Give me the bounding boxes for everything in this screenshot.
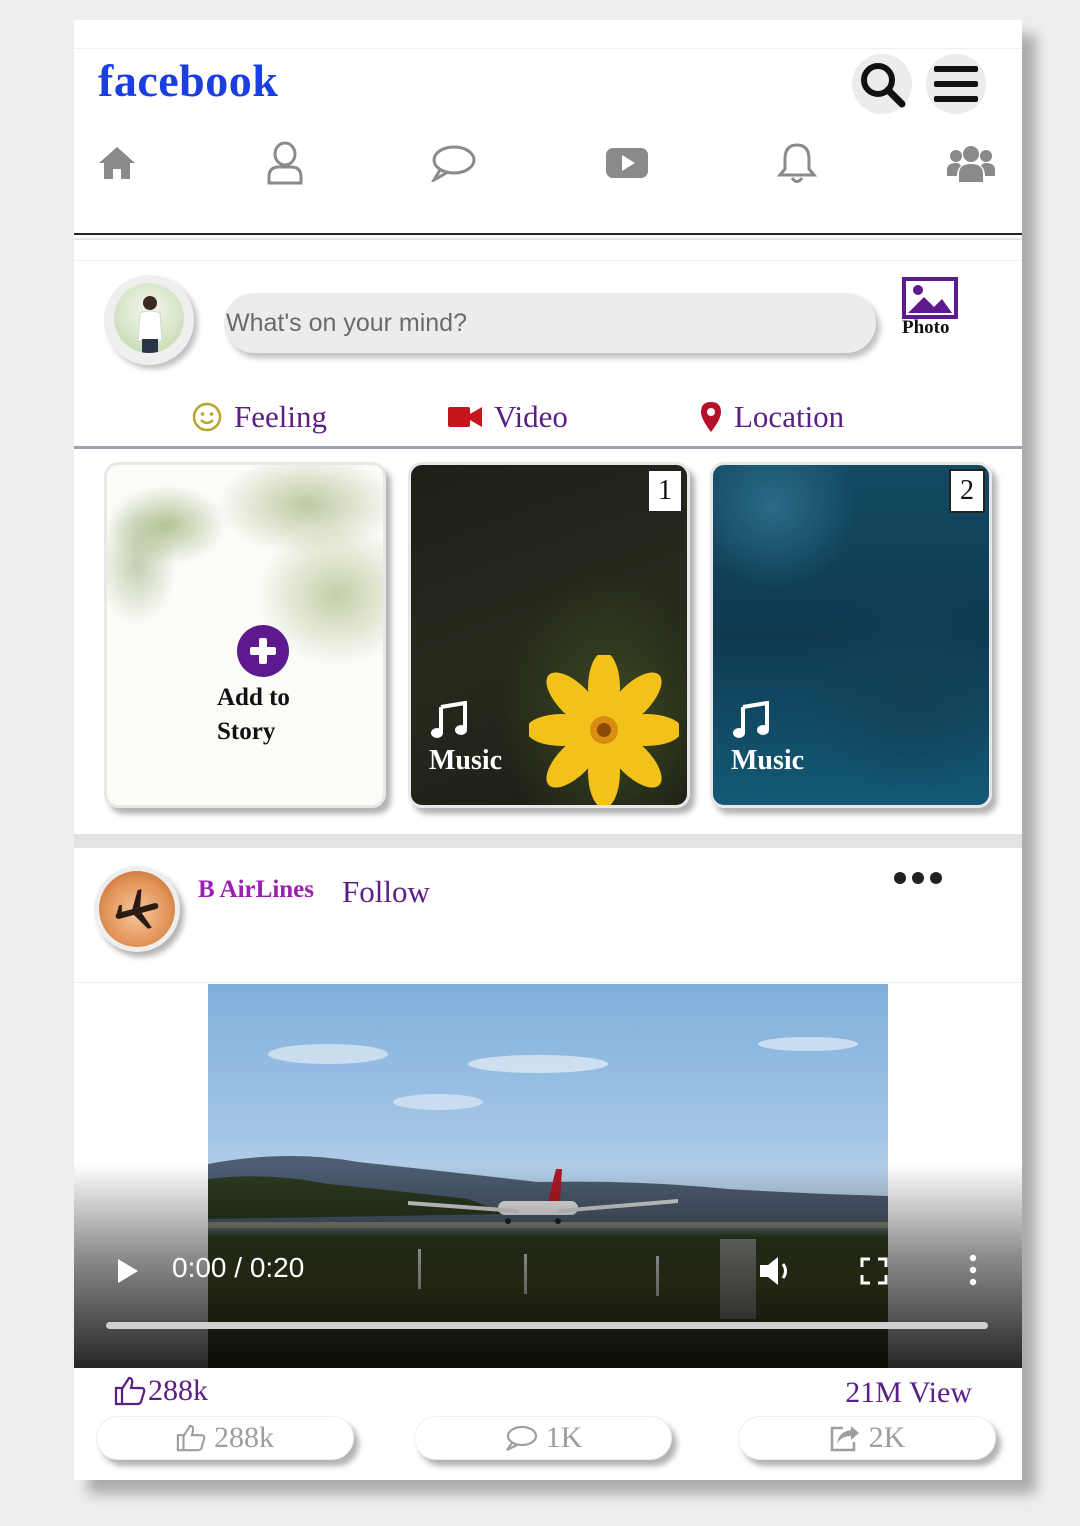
- profile-avatar[interactable]: [104, 275, 194, 365]
- nav-home[interactable]: [92, 138, 142, 188]
- hamburger-icon: [934, 66, 978, 102]
- flower-image: [529, 655, 679, 805]
- thumbs-up-icon: [176, 1424, 206, 1452]
- post-header: B AirLines Follow: [74, 850, 1022, 983]
- vertical-dots-icon[interactable]: [968, 1254, 978, 1286]
- like-button[interactable]: 288k: [96, 1416, 354, 1460]
- brand-logo[interactable]: facebook: [98, 54, 278, 107]
- nav-messages[interactable]: [428, 138, 478, 188]
- comment-button[interactable]: 1K: [414, 1416, 672, 1460]
- map-pin-icon: [701, 402, 721, 432]
- story-music-label: Music: [731, 745, 805, 776]
- feeling-button[interactable]: Feeling: [192, 399, 327, 435]
- person-photo-icon: [137, 296, 163, 353]
- music-note-icon: [733, 700, 769, 738]
- airplane-icon: [115, 889, 159, 929]
- post-composer: Photo Feeling Video Location: [74, 260, 1022, 451]
- dot-icon: [912, 872, 924, 884]
- page-avatar[interactable]: [94, 866, 180, 952]
- location-label: Location: [734, 399, 845, 434]
- photo-label: Photo: [902, 317, 950, 338]
- group-icon: [947, 146, 995, 182]
- nav-notifications[interactable]: [772, 138, 822, 188]
- nav-groups[interactable]: [946, 138, 996, 188]
- stories-row: Add to Story 1 Music 2 Music: [74, 450, 1022, 834]
- video-label: Video: [494, 399, 568, 434]
- like-count: 288k: [114, 1374, 208, 1408]
- story-card[interactable]: 1 Music: [408, 462, 690, 808]
- comment-button-label: 1K: [545, 1421, 583, 1454]
- add-story-label: Add to Story: [217, 681, 290, 749]
- add-story-line1: Add to: [217, 684, 290, 711]
- menu-button[interactable]: [926, 54, 986, 114]
- more-options-button[interactable]: [894, 872, 942, 884]
- composer-divider: [74, 446, 1022, 449]
- thumbs-up-icon: [114, 1376, 146, 1406]
- chat-icon: [431, 145, 476, 182]
- view-count: 21M View: [845, 1376, 972, 1409]
- plus-icon: [250, 638, 276, 664]
- home-icon: [99, 147, 135, 179]
- video-icon: [606, 148, 648, 178]
- stories-divider: [74, 834, 1022, 848]
- search-button[interactable]: [852, 54, 912, 114]
- comment-icon: [505, 1425, 537, 1451]
- page-name[interactable]: B AirLines: [198, 876, 314, 904]
- music-note-icon: [431, 700, 467, 738]
- smiley-icon: [192, 402, 222, 432]
- share-button[interactable]: 2K: [738, 1416, 996, 1460]
- nav-profile[interactable]: [260, 138, 310, 188]
- dot-icon: [894, 872, 906, 884]
- video-camera-icon: [448, 407, 482, 427]
- story-badge: 2: [949, 469, 985, 513]
- share-button-label: 2K: [868, 1421, 906, 1454]
- follow-button[interactable]: Follow: [342, 874, 430, 910]
- story-music: Music: [731, 700, 805, 777]
- add-story-line2: Story: [217, 718, 276, 745]
- header-divider-shadow: [74, 238, 1022, 240]
- user-icon: [267, 141, 303, 185]
- dot-icon: [930, 872, 942, 884]
- video-progress-bar[interactable]: [106, 1322, 988, 1329]
- story-music-label: Music: [429, 745, 503, 776]
- video-time: 0:00 / 0:20: [172, 1252, 305, 1283]
- add-story-card[interactable]: Add to Story: [104, 462, 386, 808]
- feeling-label: Feeling: [234, 399, 327, 434]
- like-button-label: 288k: [214, 1421, 274, 1454]
- video-player[interactable]: 0:00 / 0:20: [74, 984, 1022, 1368]
- nav-watch[interactable]: [602, 138, 652, 188]
- volume-icon[interactable]: [758, 1254, 794, 1288]
- phone-frame: facebook What's on your mind? Photo Feel…: [74, 20, 1022, 1480]
- header-divider: [74, 233, 1022, 235]
- post-stats: 288k 21M View 288k 1K 2K: [74, 1370, 1022, 1480]
- story-badge: 1: [647, 469, 683, 513]
- fullscreen-icon[interactable]: [860, 1257, 888, 1285]
- image-icon: [902, 277, 958, 319]
- location-button[interactable]: Location: [700, 399, 844, 435]
- share-icon: [830, 1426, 859, 1452]
- like-count-text: 288k: [148, 1374, 208, 1407]
- nav-bar: [74, 138, 1022, 198]
- story-music: Music: [429, 700, 503, 777]
- photo-button[interactable]: Photo: [902, 277, 962, 347]
- status-input[interactable]: [224, 293, 876, 353]
- avatar: [99, 871, 175, 947]
- avatar: [114, 283, 184, 353]
- video-button[interactable]: Video: [448, 399, 568, 435]
- play-icon[interactable]: [114, 1256, 142, 1286]
- search-icon: [861, 63, 906, 108]
- bell-icon: [777, 143, 817, 183]
- story-card[interactable]: 2 Music: [710, 462, 992, 808]
- add-story-button[interactable]: [237, 625, 289, 677]
- top-strip: [74, 20, 1022, 49]
